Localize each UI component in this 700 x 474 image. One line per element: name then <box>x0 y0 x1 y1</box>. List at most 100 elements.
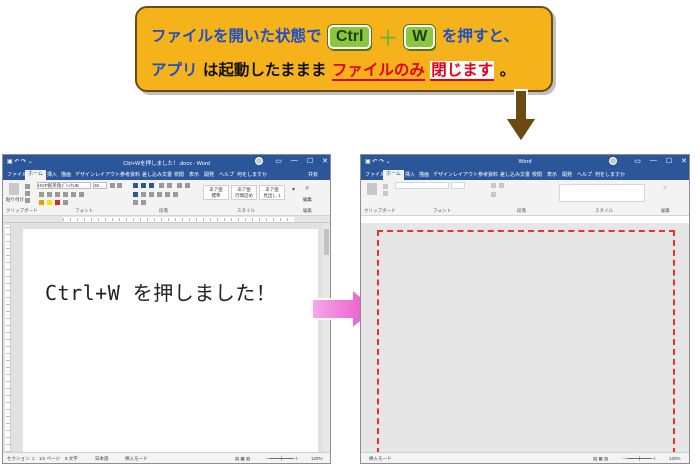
ribbon-group-labels: クリップボード フォント 段落 スタイル 編集 <box>3 208 330 214</box>
zoom-slider[interactable]: —━━━━┿━━━━＋ <box>623 456 656 462</box>
tab-insert[interactable]: 挿入 <box>47 171 57 178</box>
tab-insert[interactable]: 挿入 <box>405 171 415 178</box>
status-word-count[interactable]: 9 文字 <box>65 456 78 462</box>
search-icon[interactable]: ⌕ <box>305 183 309 193</box>
style-heading-1[interactable]: あア亜 見出し 1 <box>259 185 285 200</box>
view-buttons[interactable]: ▤ ▦ ▥ <box>235 456 250 462</box>
style-no-spacing[interactable]: あア亜 行間詰め <box>231 185 257 200</box>
ribbon-display-icon[interactable]: ▭ <box>275 157 282 165</box>
zoom-level[interactable]: 120% <box>311 456 323 461</box>
maximize-icon[interactable]: ☐ <box>307 157 313 165</box>
font-size-dropdown[interactable]: 36 <box>93 182 107 189</box>
tab-home[interactable]: ホーム <box>383 170 404 180</box>
paste-icon[interactable] <box>9 183 19 195</box>
text-effects-icon[interactable] <box>39 200 44 205</box>
group-label-font: フォント <box>75 208 93 213</box>
bold-icon[interactable] <box>39 192 44 197</box>
tab-developer[interactable]: 開発 <box>204 171 214 178</box>
justify-icon[interactable] <box>157 192 162 197</box>
multilevel-list-icon[interactable] <box>149 183 154 188</box>
tab-layout[interactable]: レイアウト <box>95 171 120 178</box>
close-icon[interactable]: ✕ <box>322 157 328 165</box>
tab-file[interactable]: ファイル <box>365 171 385 178</box>
format-painter-icon[interactable] <box>25 198 30 203</box>
copy-icon <box>383 191 388 196</box>
zoom-level[interactable]: 120% <box>669 456 681 461</box>
strikethrough-icon[interactable] <box>63 192 68 197</box>
italic-icon[interactable] <box>47 192 52 197</box>
font-name-dropdown[interactable]: HGP創英角ｺﾞｼｯｸUB <box>37 182 91 189</box>
view-buttons[interactable]: ▤ ▦ ▥ <box>593 456 608 462</box>
tab-help[interactable]: ヘルプ <box>577 171 592 178</box>
down-arrow-icon <box>503 89 539 144</box>
share-button[interactable]: 共有 <box>308 171 318 178</box>
numbering-icon[interactable] <box>141 183 146 188</box>
ribbon-display-icon[interactable]: ▭ <box>634 157 641 165</box>
decrease-indent-icon[interactable] <box>159 183 164 188</box>
tab-view[interactable]: 表示 <box>547 171 557 178</box>
tab-design[interactable]: デザイン <box>433 171 453 178</box>
scrollbar-thumb[interactable] <box>324 229 329 255</box>
tab-developer[interactable]: 開発 <box>562 171 572 178</box>
word-window-before: ▣ ↶ ↷ ⌄ Ctrl+Wを押しました！.docx - Word ▭ — ☐ … <box>2 154 331 464</box>
status-section[interactable]: セクション: 1 <box>7 456 35 462</box>
increase-indent-icon[interactable] <box>167 183 172 188</box>
tab-view[interactable]: 表示 <box>189 171 199 178</box>
tell-me-box[interactable]: 何をしますか <box>595 171 625 178</box>
copy-icon[interactable] <box>25 191 30 196</box>
cut-icon[interactable] <box>25 184 30 189</box>
tab-mailings[interactable]: 差し込み文書 <box>142 171 172 178</box>
line-spacing-icon[interactable] <box>173 192 178 197</box>
status-insert-mode[interactable]: 挿入モード <box>369 456 392 462</box>
styles-more-icon[interactable]: ▾ <box>292 186 295 193</box>
subscript-icon[interactable] <box>71 192 76 197</box>
tab-layout[interactable]: レイアウト <box>453 171 478 178</box>
grow-font-icon[interactable] <box>110 183 115 188</box>
shrink-font-icon[interactable] <box>117 183 122 188</box>
shading-icon[interactable] <box>133 200 138 205</box>
document-page[interactable]: Ctrl+W を押しました！ <box>23 229 318 452</box>
editing-label[interactable]: 編集 <box>303 197 312 203</box>
maximize-icon[interactable]: ☐ <box>666 157 672 165</box>
avatar[interactable] <box>609 157 617 165</box>
minimize-icon[interactable]: — <box>650 157 657 165</box>
zoom-slider[interactable]: —━━━━┿━━━━＋ <box>265 456 298 462</box>
tab-design[interactable]: デザイン <box>75 171 95 178</box>
status-insert-mode[interactable]: 挿入モード <box>125 456 148 462</box>
tab-review[interactable]: 校閲 <box>532 171 542 178</box>
align-right-icon[interactable] <box>149 192 154 197</box>
tab-mailings[interactable]: 差し込み文書 <box>500 171 530 178</box>
style-normal[interactable]: あア亜 標準 <box>203 185 229 200</box>
tell-me-box[interactable]: 何をしますか <box>237 171 267 178</box>
tab-file[interactable]: ファイル <box>7 171 27 178</box>
tab-home[interactable]: ホーム <box>25 170 46 180</box>
bullets-icon[interactable] <box>133 183 138 188</box>
tab-references[interactable]: 参考資料 <box>478 171 498 178</box>
superscript-icon[interactable] <box>79 192 84 197</box>
tab-draw[interactable]: 描画 <box>61 171 71 178</box>
status-page[interactable]: 1/1 ページ <box>39 456 60 462</box>
distributed-icon[interactable] <box>165 192 170 197</box>
tab-help[interactable]: ヘルプ <box>219 171 234 178</box>
callout-text: アプリ <box>151 61 198 79</box>
show-marks-icon[interactable] <box>185 183 190 188</box>
character-shading-icon[interactable] <box>63 200 68 205</box>
close-icon[interactable]: ✕ <box>681 157 687 165</box>
sort-icon[interactable] <box>177 183 182 188</box>
tab-references[interactable]: 参考資料 <box>120 171 140 178</box>
tab-draw[interactable]: 描画 <box>419 171 429 178</box>
align-center-icon[interactable] <box>141 192 146 197</box>
status-language[interactable]: 日本語 <box>95 456 109 462</box>
word-window-after: ▣ ↶ ↷ ⌄ Word ▭ — ☐ ✕ ファイル ホーム 挿入 描画 デザイン… <box>360 154 690 464</box>
avatar[interactable] <box>255 157 263 165</box>
status-bar: セクション: 1 1/1 ページ 9 文字 日本語 挿入モード ▤ ▦ ▥ —━… <box>3 452 330 463</box>
font-color-icon[interactable] <box>55 200 60 205</box>
borders-icon[interactable] <box>141 200 146 205</box>
document-area: Ctrl+W を押しました！ <box>3 223 330 452</box>
vertical-scrollbar[interactable] <box>323 223 330 452</box>
align-left-icon[interactable] <box>133 192 138 197</box>
tab-review[interactable]: 校閲 <box>174 171 184 178</box>
highlight-icon[interactable] <box>47 200 52 205</box>
underline-icon[interactable] <box>55 192 60 197</box>
minimize-icon[interactable]: — <box>291 157 298 165</box>
